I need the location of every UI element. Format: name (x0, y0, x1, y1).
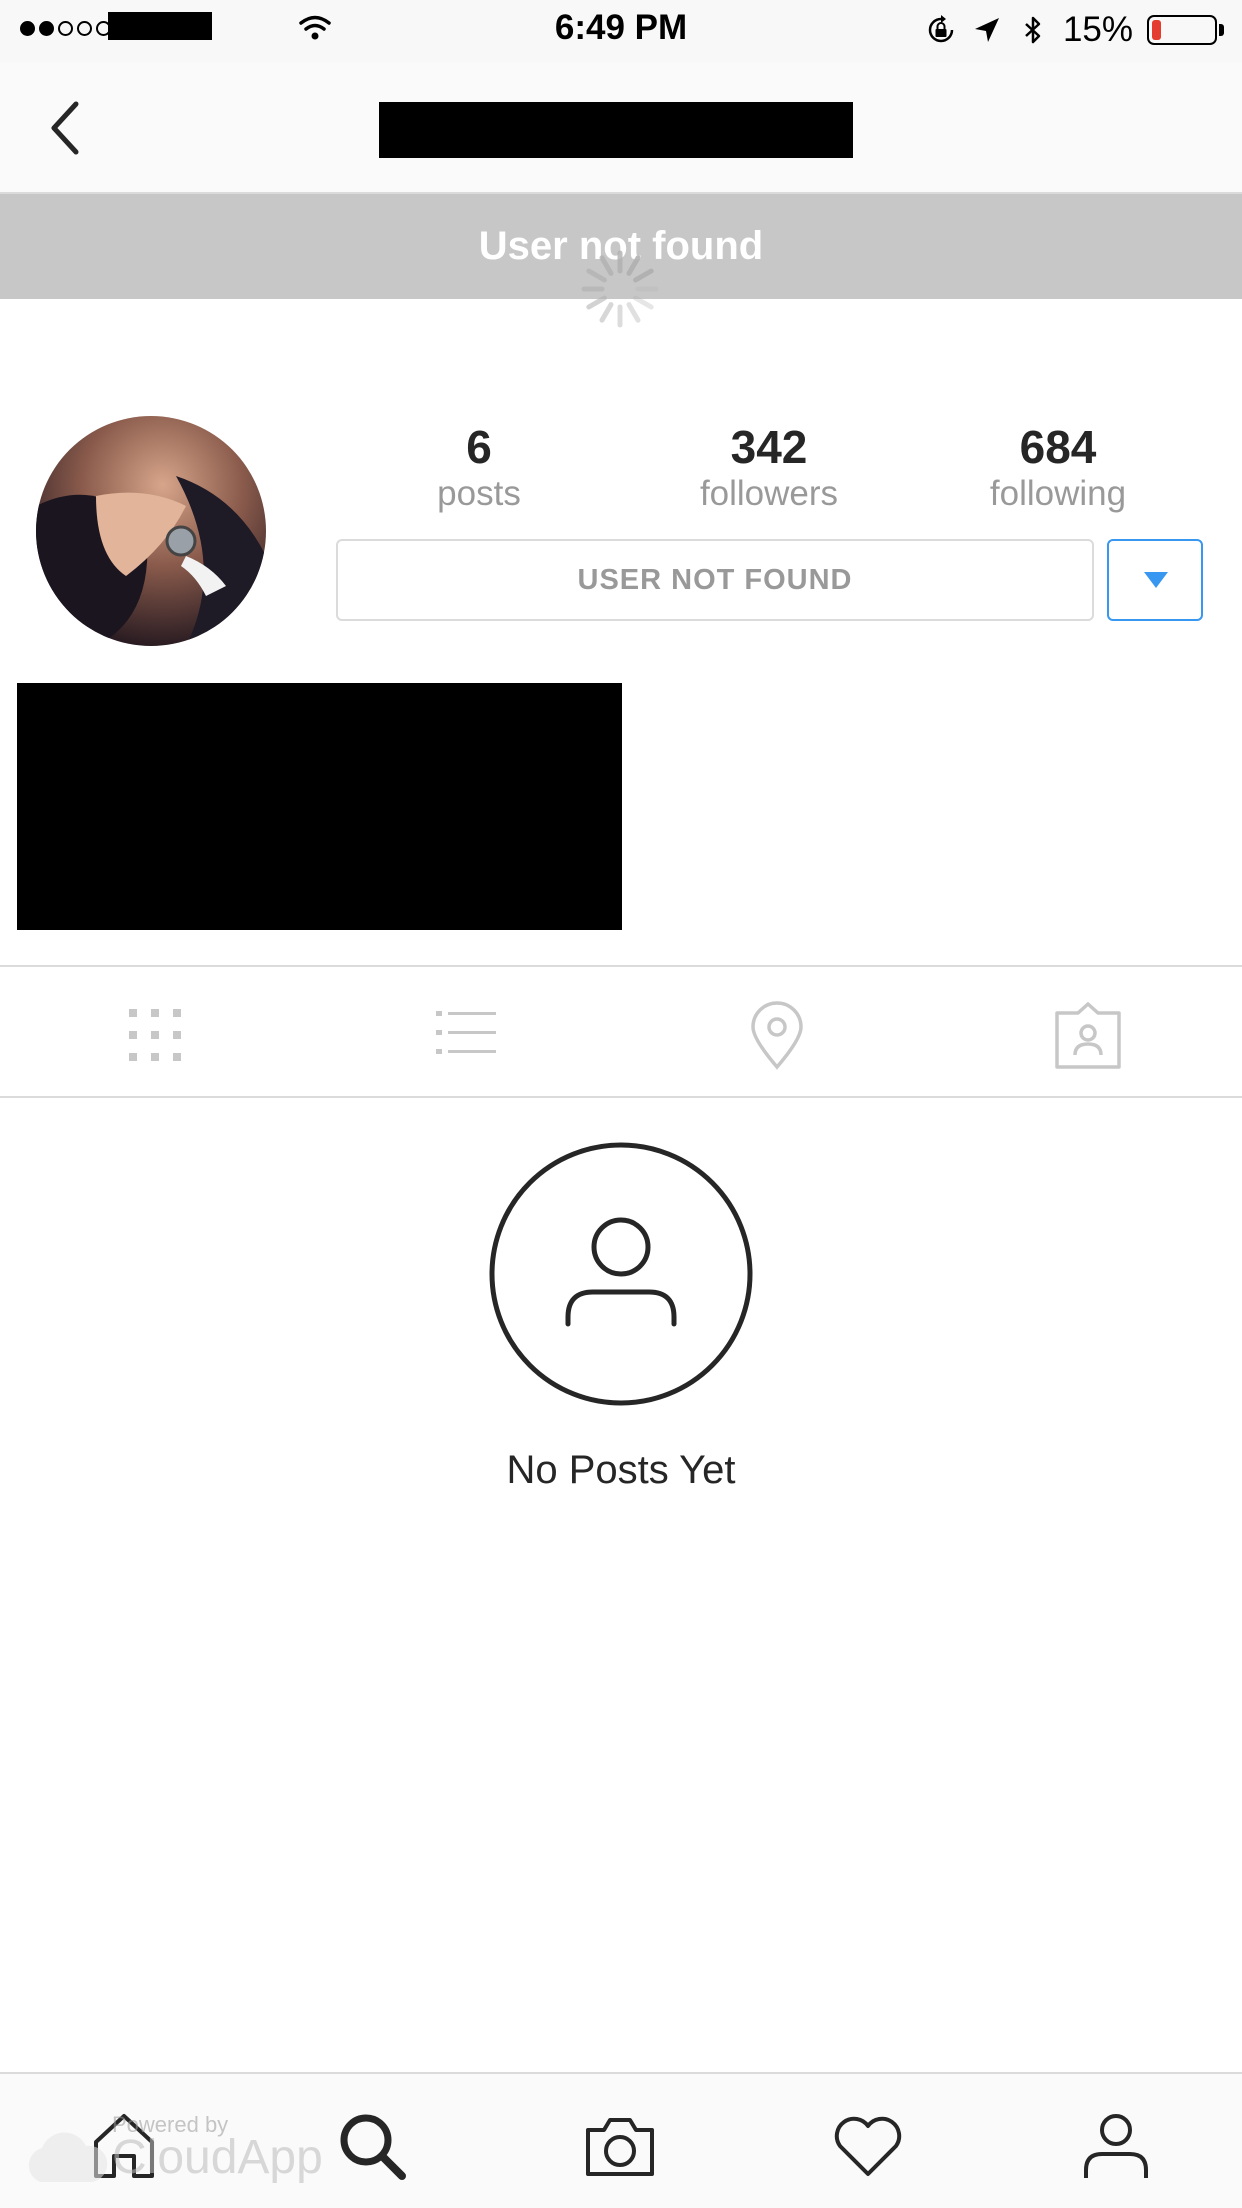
orientation-lock-icon (928, 15, 954, 43)
grid-dot (129, 1009, 137, 1017)
suggestions-dropdown-button[interactable] (1107, 539, 1203, 621)
bio-redacted (17, 683, 622, 930)
status-bar: 6:49 PM 15% (0, 0, 1242, 62)
spinner-spoke (626, 302, 641, 323)
posts-label: posts (437, 474, 521, 513)
followers-count: 342 (730, 421, 808, 473)
grid-dot (151, 1031, 159, 1039)
battery-percent: 15% (1062, 10, 1133, 49)
search-icon[interactable] (334, 2108, 410, 2184)
spinner-spoke (586, 295, 607, 310)
spinner-spoke (633, 295, 654, 310)
stat-following[interactable]: 684 following (948, 420, 1168, 514)
spinner-spoke (633, 268, 654, 283)
home-icon[interactable] (86, 2108, 162, 2184)
bluetooth-icon (1025, 16, 1041, 44)
profile-tab-bar (0, 965, 1242, 1098)
avatar-photo (36, 416, 266, 646)
back-button[interactable] (40, 96, 100, 160)
empty-state-text: No Posts Yet (506, 1448, 736, 1492)
map-pin-icon[interactable] (737, 995, 817, 1075)
bottom-tab-bar (0, 2072, 1242, 2208)
tagged-photos-icon[interactable] (1048, 995, 1128, 1075)
grid-dot (173, 1031, 181, 1039)
status-right-group: 15% (925, 8, 1224, 52)
user-status-button[interactable]: USER NOT FOUND (336, 539, 1094, 621)
stat-posts[interactable]: 6 posts (369, 420, 589, 514)
person-circle-icon (489, 1142, 753, 1406)
spinner-spoke (586, 268, 607, 283)
following-count: 684 (1019, 421, 1097, 473)
loading-spinner-icon (581, 250, 659, 328)
stat-followers[interactable]: 342 followers (659, 420, 879, 514)
camera-icon[interactable] (582, 2108, 658, 2184)
grid-dot (129, 1031, 137, 1039)
grid-icon[interactable] (115, 995, 195, 1075)
caret-down-icon (1144, 572, 1168, 588)
heart-icon[interactable] (830, 2108, 906, 2184)
spinner-spoke (626, 255, 641, 276)
list-icon[interactable] (426, 995, 506, 1075)
followers-label: followers (699, 474, 839, 513)
grid-dot (151, 1009, 159, 1017)
spinner-spoke (599, 302, 614, 323)
grid-dot (173, 1009, 181, 1017)
grid-dot (129, 1053, 137, 1061)
avatar[interactable] (36, 416, 266, 646)
username-title-redacted (379, 102, 853, 158)
grid-dot (173, 1053, 181, 1061)
posts-count: 6 (466, 421, 492, 473)
battery-fill (1152, 20, 1161, 40)
nav-bar (0, 62, 1242, 194)
spinner-spoke (599, 255, 614, 276)
grid-dot (151, 1053, 159, 1061)
chevron-left-icon (51, 101, 79, 155)
following-label: following (989, 474, 1127, 513)
location-arrow-icon (974, 18, 999, 42)
profile-icon[interactable] (1078, 2108, 1154, 2184)
battery-nub (1219, 24, 1224, 36)
battery-icon (1147, 15, 1217, 45)
